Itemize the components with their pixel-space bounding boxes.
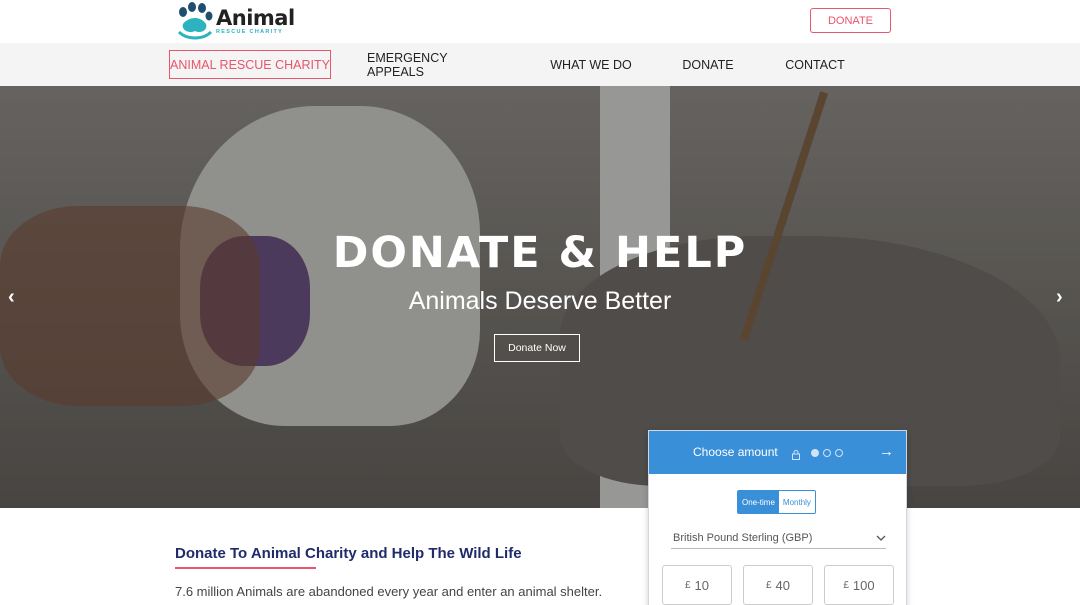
currency-select[interactable]: British Pound Sterling (GBP) (671, 528, 886, 549)
nav-item-animal-rescue-charity[interactable]: ANIMAL RESCUE CHARITY (169, 50, 331, 79)
hero-slider: DONATE & HELP Animals Deserve Better Don… (0, 86, 1080, 508)
amount-value: 40 (775, 577, 791, 593)
main-nav: ANIMAL RESCUE CHARITY EMERGENCY APPEALS … (0, 43, 1080, 86)
logo-title: Animal (216, 5, 295, 30)
monthly-option[interactable]: Monthly (778, 491, 815, 513)
logo-subtitle: RESCUE CHARITY (216, 28, 284, 35)
step-dot-2 (823, 449, 831, 457)
nav-item-emergency-appeals[interactable]: EMERGENCY APPEALS (367, 50, 507, 79)
amount-option-100[interactable]: £ 100 (824, 565, 894, 605)
heading-underline (175, 567, 316, 569)
site-logo[interactable]: Animal RESCUE CHARITY (175, 0, 300, 43)
paw-logo-icon (175, 1, 213, 42)
step-indicator (811, 449, 843, 457)
nav-item-contact[interactable]: CONTACT (779, 50, 851, 79)
widget-title: Choose amount (693, 445, 778, 459)
step-dot-3 (835, 449, 843, 457)
currency-symbol: £ (765, 579, 772, 591)
donation-widget: Choose amount → One-time Monthly British… (648, 430, 907, 605)
nav-item-donate[interactable]: DONATE (675, 50, 741, 79)
currency-symbol: £ (843, 579, 849, 591)
hero-title: DONATE & HELP (332, 228, 748, 278)
prev-slide-arrow-icon[interactable]: ‹ (8, 286, 15, 309)
donate-now-button[interactable]: Donate Now (494, 334, 580, 362)
next-step-arrow-icon[interactable]: → (879, 443, 894, 460)
amount-option-10[interactable]: £ 10 (662, 565, 732, 605)
header-donate-button[interactable]: DONATE (810, 8, 891, 33)
lock-icon (792, 447, 800, 460)
one-time-option[interactable]: One-time (738, 491, 779, 513)
section-text: 7.6 million Animals are abandoned every … (175, 584, 603, 605)
hero-subtitle: Animals Deserve Better (408, 287, 672, 315)
frequency-toggle: One-time Monthly (737, 490, 816, 514)
step-dot-1 (811, 449, 819, 457)
amount-value: 10 (694, 577, 710, 593)
chevron-down-icon (876, 532, 886, 544)
top-bar: Animal RESCUE CHARITY DONATE (0, 0, 1080, 43)
nav-item-what-we-do[interactable]: WHAT WE DO (545, 50, 637, 79)
widget-header: Choose amount → (649, 431, 906, 474)
section-heading: Donate To Animal Charity and Help The Wi… (175, 545, 522, 562)
currency-value: British Pound Sterling (GBP) (673, 532, 813, 544)
currency-symbol: £ (684, 579, 691, 591)
amount-option-40[interactable]: £ 40 (743, 565, 813, 605)
amount-value: 100 (852, 577, 875, 593)
next-slide-arrow-icon[interactable]: › (1056, 286, 1063, 309)
